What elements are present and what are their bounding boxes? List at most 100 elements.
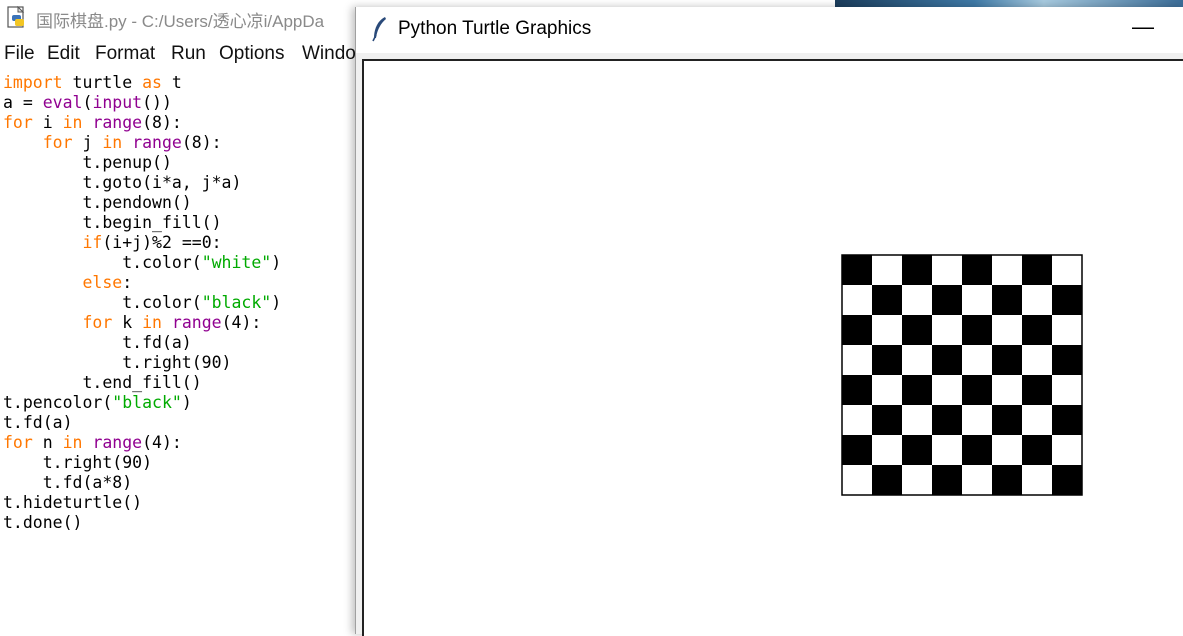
board-square [932,315,962,345]
code-token: (i+j)%2 ==0: [102,233,222,252]
board-square [842,345,872,375]
board-square [902,435,932,465]
code-token: t.pencolor( [3,393,113,412]
code-line: t.end_fill() [3,373,201,393]
board-square [842,255,872,285]
board-square [842,405,872,435]
board-square [902,345,932,375]
code-token: k [112,313,143,332]
board-square [842,285,872,315]
code-token: t.fd(a*8) [3,473,133,492]
turtle-titlebar[interactable]: Python Turtle Graphics — [356,7,1183,53]
board-square [902,255,932,285]
code-token: "black" [201,293,272,312]
code-token: : [122,273,133,292]
turtle-canvas[interactable] [362,59,1183,636]
code-token: range [132,133,182,152]
code-line: t.color("black") [3,293,281,313]
board-square [992,375,1022,405]
board-square [1052,255,1082,285]
code-token: import [3,73,63,92]
code-line: t.fd(a) [3,333,192,353]
code-line: for k in range(4): [3,313,261,333]
board-square [932,405,962,435]
code-token: t.hideturtle() [3,493,143,512]
board-square [962,285,992,315]
code-token: t.right(90) [3,353,232,372]
menu-window[interactable]: Windo [302,43,356,65]
code-token: in [62,113,83,132]
code-line: a = eval(input()) [3,93,172,113]
board-square [1052,435,1082,465]
code-token: for [3,433,33,452]
code-token: for [42,133,73,152]
feather-icon [372,17,386,42]
board-square [932,255,962,285]
code-line: t.fd(a*8) [3,473,132,493]
board-square [1052,465,1082,495]
board-square [1052,405,1082,435]
code-line: t.fd(a) [3,413,73,433]
code-token: t.fd(a) [3,413,73,432]
code-token: t.begin_fill() [3,213,222,232]
board-square [1022,285,1052,315]
code-token: if [82,233,103,252]
code-line: for i in range(8): [3,113,182,133]
code-token: range [171,313,222,332]
menu-file[interactable]: File [4,43,35,65]
board-square [962,345,992,375]
board-square [1052,375,1082,405]
board-square [842,315,872,345]
code-token: t.done() [3,513,83,532]
board-square [872,435,902,465]
code-token: t.color( [3,253,202,272]
board-square [932,465,962,495]
board-square [872,255,902,285]
code-token: t [161,73,182,92]
code-token: ) [271,253,282,272]
board-square [932,345,962,375]
board-square [842,435,872,465]
code-token: "black" [112,393,182,412]
board-square [932,285,962,315]
code-token: a = [3,93,43,112]
board-square [962,315,992,345]
turtle-window-title: Python Turtle Graphics [398,18,592,39]
board-square [1022,405,1052,435]
desktop-wallpaper-strip [835,0,1183,7]
board-square [902,285,932,315]
code-token: "white" [201,253,272,272]
code-line: for n in range(4): [3,433,182,453]
menu-options[interactable]: Options [219,43,284,65]
code-token: i [32,113,63,132]
menu-edit[interactable]: Edit [47,43,80,65]
code-token: input [92,93,143,112]
code-token: (8): [142,113,182,132]
code-line: else: [3,273,132,293]
menu-format[interactable]: Format [95,43,155,65]
code-token: eval [42,93,83,112]
board-square [992,435,1022,465]
code-token: for [82,313,113,332]
board-square [992,315,1022,345]
board-square [902,465,932,495]
code-token: as [142,73,162,92]
board-square [842,465,872,495]
menu-run[interactable]: Run [171,43,206,65]
code-editor[interactable]: import turtle as ta = eval(input()) for i… [0,70,356,634]
turtle-graphics-window: Python Turtle Graphics — [355,7,1183,636]
board-square [1052,285,1082,315]
code-token: t.penup() [3,153,172,172]
board-square [962,465,992,495]
minimize-button[interactable]: — [1108,7,1178,53]
code-token: range [92,113,143,132]
board-square [902,375,932,405]
code-token: t.right(90) [3,453,153,472]
board-square [962,255,992,285]
board-square [872,465,902,495]
